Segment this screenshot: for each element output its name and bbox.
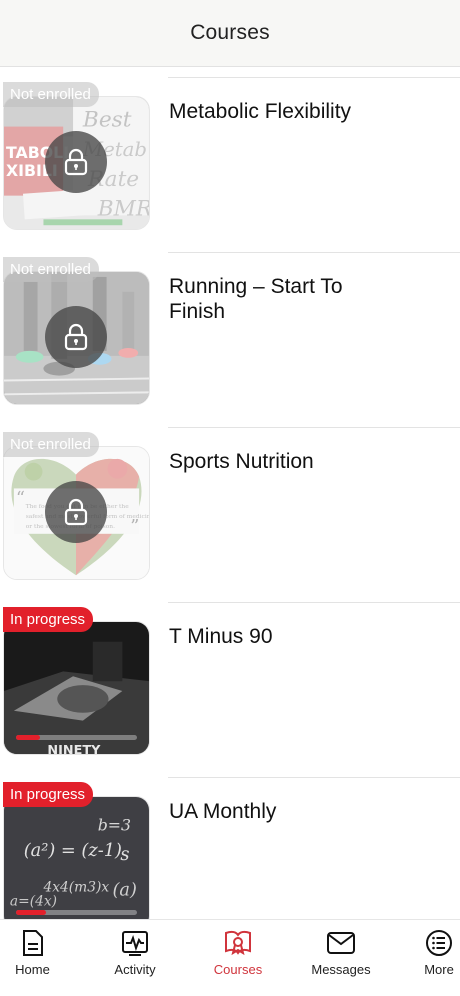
progress-fill [16, 735, 41, 740]
tab-label: Courses [213, 962, 263, 977]
course-thumbnail[interactable]: b=3 (a²) = (z-1) s 4x4(m3)x (a) a=(4x) [3, 796, 150, 919]
course-title[interactable]: Running – Start To Finish [169, 274, 399, 324]
course-row[interactable]: Best Metab Rate BMR TABOLI XIBILI Not en… [0, 67, 460, 242]
course-row[interactable]: b=3 (a²) = (z-1) s 4x4(m3)x (a) a=(4x) I… [0, 767, 460, 919]
status-badge: Not enrolled [3, 432, 99, 457]
tab-label: Messages [311, 962, 371, 977]
course-row[interactable]: Not enrolled Running – Start To Finish [0, 242, 460, 417]
progress-bar [16, 735, 137, 740]
tab-more[interactable]: More [418, 920, 460, 996]
tab-home[interactable]: Home [0, 920, 65, 996]
svg-text:NINETY: NINETY [47, 743, 101, 754]
lock-icon [45, 306, 107, 368]
course-title[interactable]: T Minus 90 [169, 624, 399, 649]
status-badge: Not enrolled [3, 82, 99, 107]
bottom-tab-bar: Home Activity Courses Messages More [0, 919, 460, 996]
row-divider [168, 427, 460, 428]
course-title[interactable]: Metabolic Flexibility [169, 99, 399, 124]
uamonthly-thumbnail-art: b=3 (a²) = (z-1) s 4x4(m3)x (a) a=(4x) [4, 797, 149, 919]
lock-icon [45, 481, 107, 543]
course-row[interactable]: “ The food you eat can be either the saf… [0, 417, 460, 592]
progress-fill [16, 910, 47, 915]
svg-text:s: s [120, 845, 129, 865]
app-header: Courses [0, 0, 460, 67]
page-title: Courses [190, 21, 270, 44]
row-divider [168, 77, 460, 78]
tab-label: Home [15, 962, 50, 977]
courses-icon [223, 928, 253, 958]
status-badge: Not enrolled [3, 257, 99, 282]
tab-messages[interactable]: Messages [303, 920, 379, 996]
tab-label: Activity [114, 962, 156, 977]
course-thumbnail[interactable]: NINETY [3, 621, 150, 755]
lock-icon [45, 131, 107, 193]
course-row[interactable]: NINETY In progress T Minus 90 [0, 592, 460, 767]
row-divider [168, 252, 460, 253]
list-icon [424, 928, 454, 958]
progress-bar [16, 910, 137, 915]
svg-text:a=(4x): a=(4x) [10, 893, 57, 909]
tab-courses[interactable]: Courses [205, 920, 271, 996]
document-icon [18, 928, 48, 958]
activity-icon [120, 928, 150, 958]
tab-label: More [424, 962, 454, 977]
status-badge: In progress [3, 607, 94, 632]
svg-text:b=3: b=3 [98, 816, 131, 835]
course-list[interactable]: Best Metab Rate BMR TABOLI XIBILI Not en… [0, 67, 460, 919]
tab-activity[interactable]: Activity [100, 920, 170, 996]
svg-text:(a): (a) [112, 881, 137, 901]
status-badge: In progress [3, 782, 94, 807]
svg-text:(a²) = (z-1): (a²) = (z-1) [24, 841, 122, 861]
mail-icon [326, 928, 356, 958]
course-title[interactable]: UA Monthly [169, 799, 399, 824]
row-divider [168, 602, 460, 603]
row-divider [168, 777, 460, 778]
course-title[interactable]: Sports Nutrition [169, 449, 399, 474]
